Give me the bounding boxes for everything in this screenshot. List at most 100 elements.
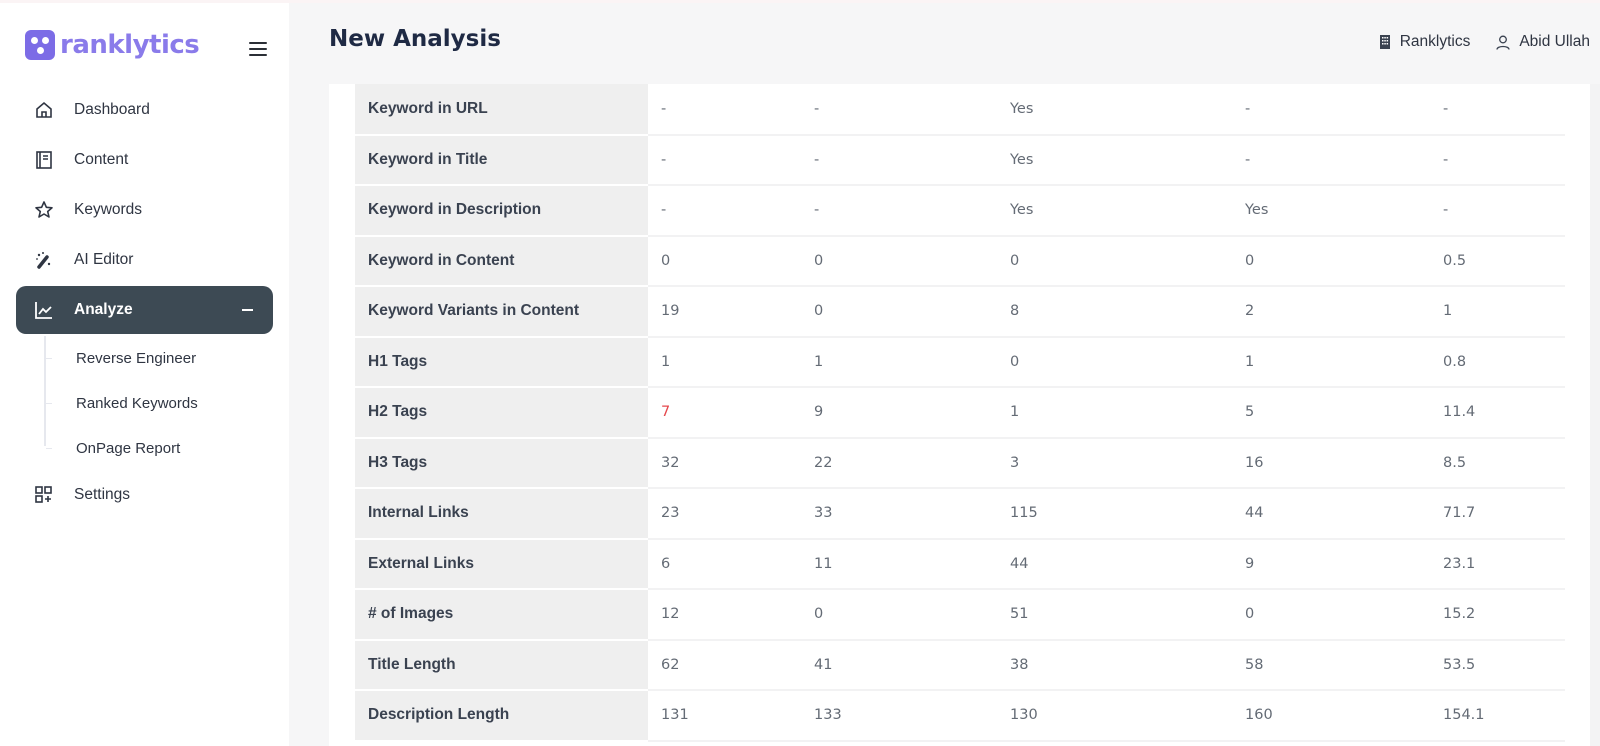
scrollbar-track[interactable]	[1590, 84, 1600, 746]
cell-value: 16	[1232, 437, 1430, 489]
sidebar-item-label: Settings	[74, 486, 131, 503]
table-row: # of Images 12 0 51 0 15.2	[355, 589, 1565, 641]
cell-value: 12	[648, 589, 801, 641]
cell-value: 160	[1232, 690, 1430, 742]
sidebar-item-settings[interactable]: Settings	[16, 471, 273, 519]
sidebar-item-label: Keywords	[74, 201, 143, 218]
cell-value: 38	[997, 639, 1232, 691]
cell-value: 0	[801, 286, 997, 338]
sidebar-item-dashboard[interactable]: Dashboard	[16, 86, 273, 134]
sidebar-item-label: Content	[74, 151, 129, 168]
cell-value: 0	[1232, 589, 1430, 641]
notebook-icon	[34, 150, 54, 170]
row-label: Internal Links	[355, 488, 648, 540]
user-name: Abid Ullah	[1519, 33, 1590, 50]
cell-value: -	[648, 84, 801, 136]
table-row: H3 Tags 32 22 3 16 8.5	[355, 437, 1565, 489]
row-label: External Links	[355, 538, 648, 590]
sidebar-item-content[interactable]: Content	[16, 136, 273, 184]
cell-value: 0	[1232, 235, 1430, 287]
row-label: Description Length	[355, 690, 648, 742]
table-row: Keyword in URL - - Yes - -	[355, 84, 1565, 136]
sidebar-item-analyze[interactable]: Analyze	[16, 286, 273, 334]
row-label: H2 Tags	[355, 387, 648, 439]
table-row: Keyword in Description - - Yes Yes -	[355, 185, 1565, 237]
cell-value: 131	[648, 690, 801, 742]
cell-value: 154.1	[1430, 690, 1565, 742]
row-label: # of Images	[355, 589, 648, 641]
cell-value: 22	[801, 437, 997, 489]
row-label: Keyword in Content	[355, 235, 648, 287]
magic-wand-icon	[34, 250, 54, 270]
table-row: Title Length 62 41 38 58 53.5	[355, 639, 1565, 691]
row-label: Keyword in Title	[355, 134, 648, 186]
cell-value: -	[648, 134, 801, 186]
cell-value: 7	[648, 387, 801, 439]
cell-value: 3	[997, 437, 1232, 489]
logo[interactable]: ranklytics	[25, 30, 200, 60]
onpage-comparison-table: Keyword in URL - - Yes - - Keyword in Title - - Y…	[355, 84, 1565, 742]
workspace-name: Ranklytics	[1399, 33, 1471, 50]
sidebar-item-ai-editor[interactable]: AI Editor	[16, 236, 273, 284]
building-icon	[1379, 35, 1390, 49]
submenu-item-ranked-keywords[interactable]: Ranked Keywords	[44, 381, 273, 426]
cell-value: 9	[1232, 538, 1430, 590]
cell-value: 6	[648, 538, 801, 590]
table-row: Description Length 131 133 130 160 154.1	[355, 690, 1565, 742]
cell-value: 8	[997, 286, 1232, 338]
hamburger-menu-icon[interactable]	[249, 42, 267, 56]
row-label: H1 Tags	[355, 336, 648, 388]
cell-value: 1	[1232, 336, 1430, 388]
cell-value: -	[801, 134, 997, 186]
cell-value: 8.5	[1430, 437, 1565, 489]
table-row: Keyword in Content 0 0 0 0 0.5	[355, 235, 1565, 287]
grid-plus-icon	[34, 485, 54, 505]
cell-value: 53.5	[1430, 639, 1565, 691]
cell-value: 44	[1232, 488, 1430, 540]
cell-value: 32	[648, 437, 801, 489]
submenu-item-label: OnPage Report	[76, 440, 181, 457]
cell-value: 23.1	[1430, 538, 1565, 590]
collapse-icon[interactable]	[242, 309, 253, 311]
row-label: Keyword Variants in Content	[355, 286, 648, 338]
cell-value: 33	[801, 488, 997, 540]
cell-value: 19	[648, 286, 801, 338]
cell-value: 0	[997, 235, 1232, 287]
cell-value: Yes	[997, 84, 1232, 136]
analyze-submenu: Reverse Engineer Ranked Keywords OnPage …	[44, 336, 273, 471]
user-icon	[1496, 35, 1510, 50]
cell-value: 133	[801, 690, 997, 742]
cell-value: 11	[801, 538, 997, 590]
cell-value: 0	[801, 235, 997, 287]
submenu-item-onpage-report[interactable]: OnPage Report	[44, 426, 273, 471]
cell-value: -	[1430, 134, 1565, 186]
submenu-item-reverse-engineer[interactable]: Reverse Engineer	[44, 336, 273, 381]
cell-value: Yes	[997, 134, 1232, 186]
row-label: Title Length	[355, 639, 648, 691]
cell-value: Yes	[1232, 185, 1430, 237]
table-row: H2 Tags 7 9 1 5 11.4	[355, 387, 1565, 439]
cell-value: 62	[648, 639, 801, 691]
row-label: Keyword in URL	[355, 84, 648, 136]
cell-value: -	[1232, 84, 1430, 136]
table-row: Internal Links 23 33 115 44 71.7	[355, 488, 1565, 540]
home-icon	[34, 100, 54, 120]
table-row: Keyword in Title - - Yes - -	[355, 134, 1565, 186]
cell-value: 71.7	[1430, 488, 1565, 540]
cell-value: 23	[648, 488, 801, 540]
user-menu[interactable]: Abid Ullah	[1496, 33, 1590, 51]
sidebar-item-keywords[interactable]: Keywords	[16, 186, 273, 234]
cell-value: -	[1430, 185, 1565, 237]
cell-value: 0	[997, 336, 1232, 388]
cell-value: 115	[997, 488, 1232, 540]
table-row: H1 Tags 1 1 0 1 0.8	[355, 336, 1565, 388]
sidebar-nav: Dashboard Content Keywords AI Editor Ana…	[16, 86, 273, 521]
cell-value: 0	[648, 235, 801, 287]
cell-value: 41	[801, 639, 997, 691]
row-label: H3 Tags	[355, 437, 648, 489]
sidebar-item-label: Analyze	[74, 301, 133, 318]
cell-value: -	[801, 84, 997, 136]
sidebar-item-label: AI Editor	[74, 251, 134, 268]
workspace-switcher[interactable]: Ranklytics	[1379, 33, 1471, 51]
cell-value: 11.4	[1430, 387, 1565, 439]
